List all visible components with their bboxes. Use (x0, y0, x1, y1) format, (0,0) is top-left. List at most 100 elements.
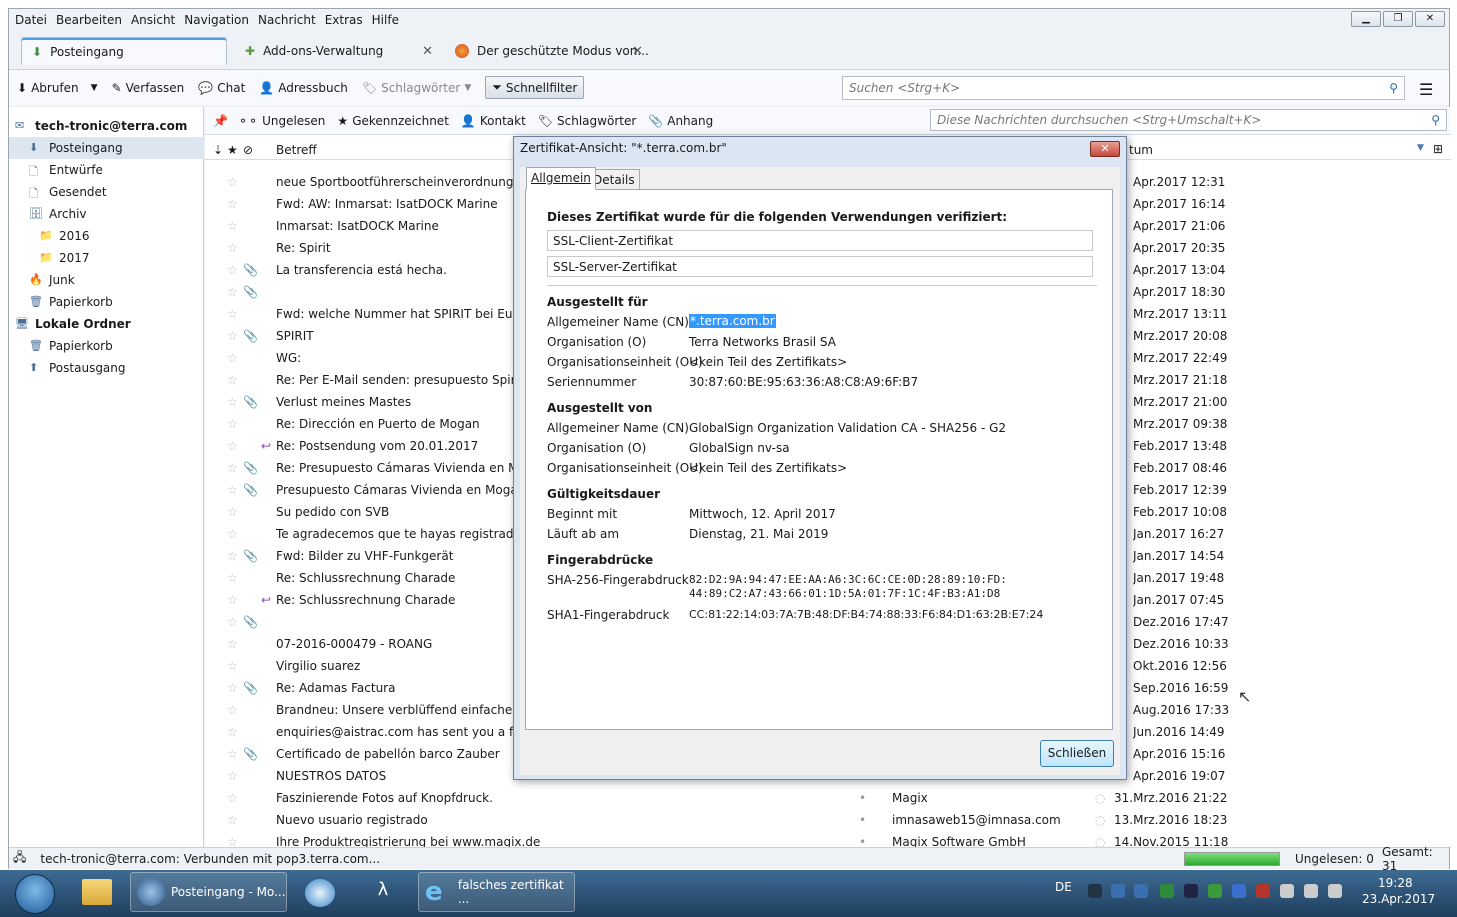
filter-tags[interactable]: 🏷 Schlagwörter (538, 114, 636, 128)
star-icon[interactable]: ☆ (227, 193, 238, 215)
star-icon[interactable]: ☆ (227, 391, 238, 413)
subject-column-header[interactable]: Betreff (276, 143, 317, 157)
folder-item[interactable]: 🖥 Lokale Ordner (9, 313, 204, 335)
tray-icon-2[interactable] (1111, 884, 1125, 898)
folder-item[interactable]: ✉ tech-tronic@terra.com (9, 115, 204, 137)
star-icon[interactable]: ☆ (227, 435, 238, 457)
star-icon[interactable]: ☆ (227, 589, 238, 611)
folder-item[interactable]: 🗋 Gesendet (9, 181, 204, 203)
minimize-button[interactable]: ▁ (1351, 11, 1381, 27)
filter-starred[interactable]: ★ Gekennzeichnet (337, 114, 448, 128)
tray-icon-5[interactable] (1184, 884, 1198, 898)
close-window-button[interactable]: ✕ (1415, 11, 1445, 27)
folder-item[interactable]: ⬆ Postausgang (9, 357, 204, 379)
tab-general[interactable]: Allgemein (526, 167, 596, 190)
tray-icon-3[interactable] (1134, 884, 1148, 898)
star-icon[interactable]: ☆ (227, 479, 238, 501)
bluetooth-icon[interactable] (1232, 884, 1246, 898)
tray-icon-1[interactable] (1088, 884, 1102, 898)
tags-button[interactable]: 🏷 Schlagwörter ▼ (362, 81, 471, 95)
star-icon[interactable]: ☆ (227, 501, 238, 523)
star-icon[interactable]: ☆ (227, 699, 238, 721)
menu-item-1[interactable]: Bearbeiten (56, 13, 122, 27)
star-icon[interactable]: ☆ (227, 413, 238, 435)
filter-unread[interactable]: ⚬⚬ Ungelesen (238, 114, 325, 128)
folder-item[interactable]: 🗋 Entwürfe (9, 159, 204, 181)
star-icon[interactable]: ☆ (227, 633, 238, 655)
column-picker-icon[interactable]: ⊞ (1433, 142, 1443, 156)
message-search-input[interactable]: Diese Nachrichten durchsuchen <Strg+Umsc… (930, 109, 1447, 131)
star-column-icon[interactable]: ★ (227, 143, 238, 157)
app-menu-icon[interactable]: ☰ (1419, 80, 1433, 99)
addressbook-button[interactable]: 👤 Adressbuch (259, 81, 348, 95)
star-icon[interactable]: ☆ (227, 545, 238, 567)
tab-addons[interactable]: ✚ Add-ons-Verwaltung ✕ (235, 37, 441, 65)
star-icon[interactable]: ☆ (227, 259, 238, 281)
dialog-close-icon[interactable]: ✕ (1090, 141, 1120, 157)
speaker-warning-icon[interactable] (1256, 884, 1270, 898)
star-icon[interactable]: ☆ (227, 787, 238, 809)
menu-item-5[interactable]: Extras (325, 13, 363, 27)
star-icon[interactable]: ☆ (227, 281, 238, 303)
close-button[interactable]: Schließen (1040, 740, 1114, 767)
star-icon[interactable]: ☆ (227, 303, 238, 325)
language-indicator[interactable]: DE (1055, 880, 1072, 894)
taskbar-item-ie[interactable]: e falsches zertifikat ... (418, 872, 575, 912)
search-icon[interactable]: ⚲ (1431, 113, 1440, 127)
app-icon-1[interactable] (305, 879, 335, 907)
star-icon[interactable]: ☆ (227, 347, 238, 369)
folder-item[interactable]: 🗑 Papierkorb (9, 291, 204, 313)
menu-item-4[interactable]: Nachricht (258, 13, 316, 27)
folder-item[interactable]: 🗑 Papierkorb (9, 335, 204, 357)
star-icon[interactable]: ☆ (227, 655, 238, 677)
start-button-icon[interactable] (15, 874, 55, 914)
fetch-button[interactable]: ⬇ Abrufen ▼ (17, 81, 98, 95)
search-icon[interactable]: ⚲ (1389, 81, 1398, 95)
close-tab-icon[interactable]: ✕ (632, 44, 643, 59)
star-icon[interactable]: ☆ (227, 325, 238, 347)
network-icon[interactable] (1304, 884, 1318, 898)
message-row[interactable]: ☆ Nuevo usuario registrado • imnasaweb15@im… (205, 809, 1451, 831)
date-column-header[interactable]: tum (1129, 143, 1153, 157)
filter-contact[interactable]: 👤 Kontakt (461, 114, 526, 128)
star-icon[interactable]: ☆ (227, 721, 238, 743)
folder-item[interactable]: 🗄 Archiv (9, 203, 204, 225)
junk-status-icon[interactable]: ◌ (1095, 787, 1105, 809)
close-tab-icon[interactable]: ✕ (422, 44, 433, 59)
star-icon[interactable]: ☆ (227, 215, 238, 237)
quickfilter-button[interactable]: ⏷ Schnellfilter (485, 76, 585, 99)
menu-item-3[interactable]: Navigation (184, 13, 249, 27)
star-icon[interactable]: ☆ (227, 457, 238, 479)
attachment-column-icon[interactable]: ⊘ (243, 143, 253, 157)
thread-column-icon[interactable]: ⇣ (213, 143, 223, 157)
shield-icon[interactable] (1160, 884, 1174, 898)
folder-item[interactable]: ⬇ Posteingang (9, 137, 204, 159)
menu-item-2[interactable]: Ansicht (131, 13, 175, 27)
dropdown-arrow-icon[interactable]: ▼ (91, 83, 98, 93)
chat-button[interactable]: 💬 Chat (198, 81, 245, 95)
clock-time[interactable]: 19:28 (1378, 876, 1413, 890)
read-status-dot[interactable]: • (859, 787, 866, 809)
star-icon[interactable]: ☆ (227, 369, 238, 391)
read-status-dot[interactable]: • (859, 809, 866, 831)
maximize-button[interactable]: ❐ (1383, 11, 1413, 27)
tab-protected-mode[interactable]: Der geschützte Modus von... ✕ (445, 37, 651, 65)
pin-icon[interactable]: 📌 (213, 114, 228, 128)
global-search-input[interactable]: Suchen <Strg+K> ⚲ (842, 76, 1405, 100)
star-icon[interactable]: ☆ (227, 743, 238, 765)
junk-status-icon[interactable]: ◌ (1095, 809, 1105, 831)
taskbar-item-thunderbird[interactable]: Posteingang - Mo... (130, 872, 287, 912)
star-icon[interactable]: ☆ (227, 237, 238, 259)
star-icon[interactable]: ☆ (227, 523, 238, 545)
menu-item-0[interactable]: Datei (15, 13, 47, 27)
star-icon[interactable]: ☆ (227, 171, 238, 193)
folder-item[interactable]: 📁 2016 (9, 225, 204, 247)
app-icon-2[interactable]: λ (368, 879, 398, 907)
volume-icon[interactable] (1328, 884, 1342, 898)
compose-button[interactable]: ✎ Verfassen (112, 81, 185, 95)
folder-item[interactable]: 🔥 Junk (9, 269, 204, 291)
explorer-icon[interactable] (82, 879, 112, 905)
flag-icon[interactable] (1280, 884, 1294, 898)
tray-icon-6[interactable] (1208, 884, 1222, 898)
folder-item[interactable]: 📁 2017 (9, 247, 204, 269)
